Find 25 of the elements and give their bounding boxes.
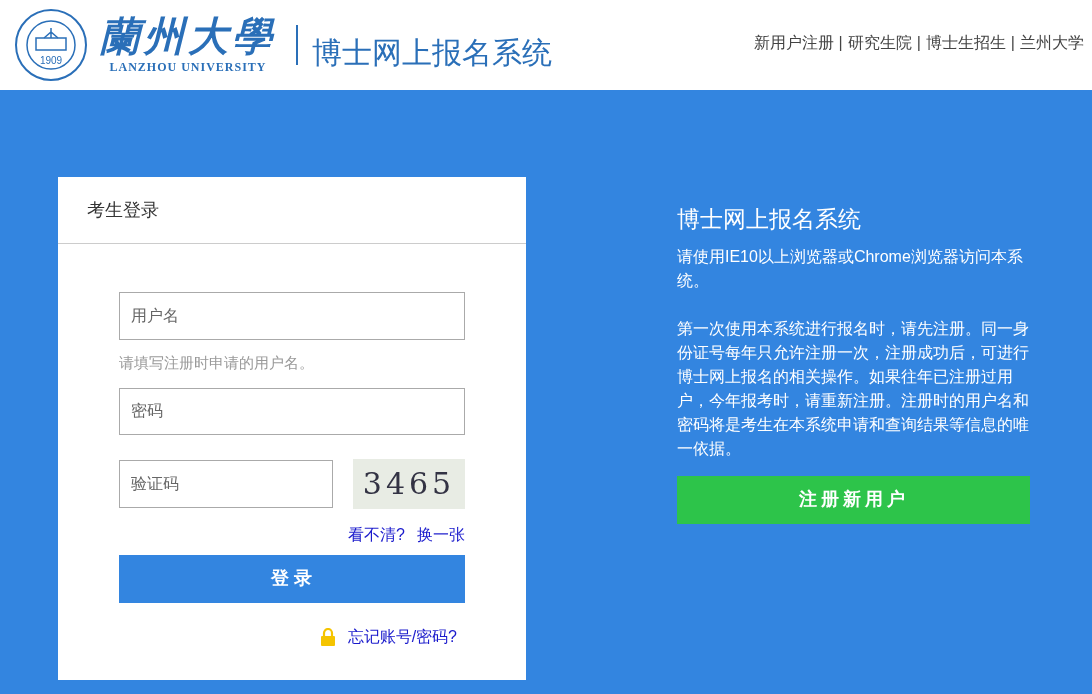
university-logo-text: 蘭州大學: [100, 14, 276, 58]
captcha-image[interactable]: 3465: [353, 458, 465, 509]
login-title: 考生登录: [87, 198, 159, 222]
info-paragraph: 第一次使用本系统进行报名时，请先注册。同一身份证号每年只允许注册一次，注册成功后，可进行博士网上报名的相关操作。如果往年已注册过用户，今年报考时，请重新注册。注册时的用户名和密码将是考生在本系统申请和查询结果等信息的唯一依据。: [677, 318, 1030, 459]
nav-link[interactable]: 研究生院: [847, 31, 912, 55]
password-field[interactable]: 密码: [119, 387, 465, 435]
refresh-captcha-link[interactable]: 换一张: [417, 522, 465, 547]
username-field[interactable]: 用户名: [119, 292, 465, 340]
nav-link[interactable]: 博士生招生: [925, 31, 1006, 55]
cant-see-link[interactable]: 看不清?: [348, 522, 405, 547]
university-english-name: LANZHOU UNIVERSITY: [109, 59, 267, 76]
username-hint: 请填写注册时申请的用户名。: [119, 353, 315, 373]
lock-icon: [319, 627, 336, 646]
nav-separator: |: [1010, 33, 1015, 53]
nav-separator: |: [838, 33, 843, 53]
nav-link[interactable]: 兰州大学: [1020, 31, 1084, 55]
info-paragraph: 请使用IE10以上浏览器或Chrome浏览器访问本系统。: [677, 246, 1024, 291]
forgot-password-link[interactable]: 忘记账号/密码?: [347, 624, 457, 649]
captcha-field[interactable]: 验证码: [119, 459, 333, 508]
nav-link[interactable]: 新用户注册: [753, 31, 834, 55]
nav-separator: |: [916, 33, 921, 53]
info-title: 博士网上报名系统: [677, 205, 862, 234]
login-button[interactable]: 登 录: [119, 554, 465, 603]
system-title: 博士网上报名系统: [312, 34, 552, 71]
university-seal-icon: 1909: [14, 8, 88, 82]
